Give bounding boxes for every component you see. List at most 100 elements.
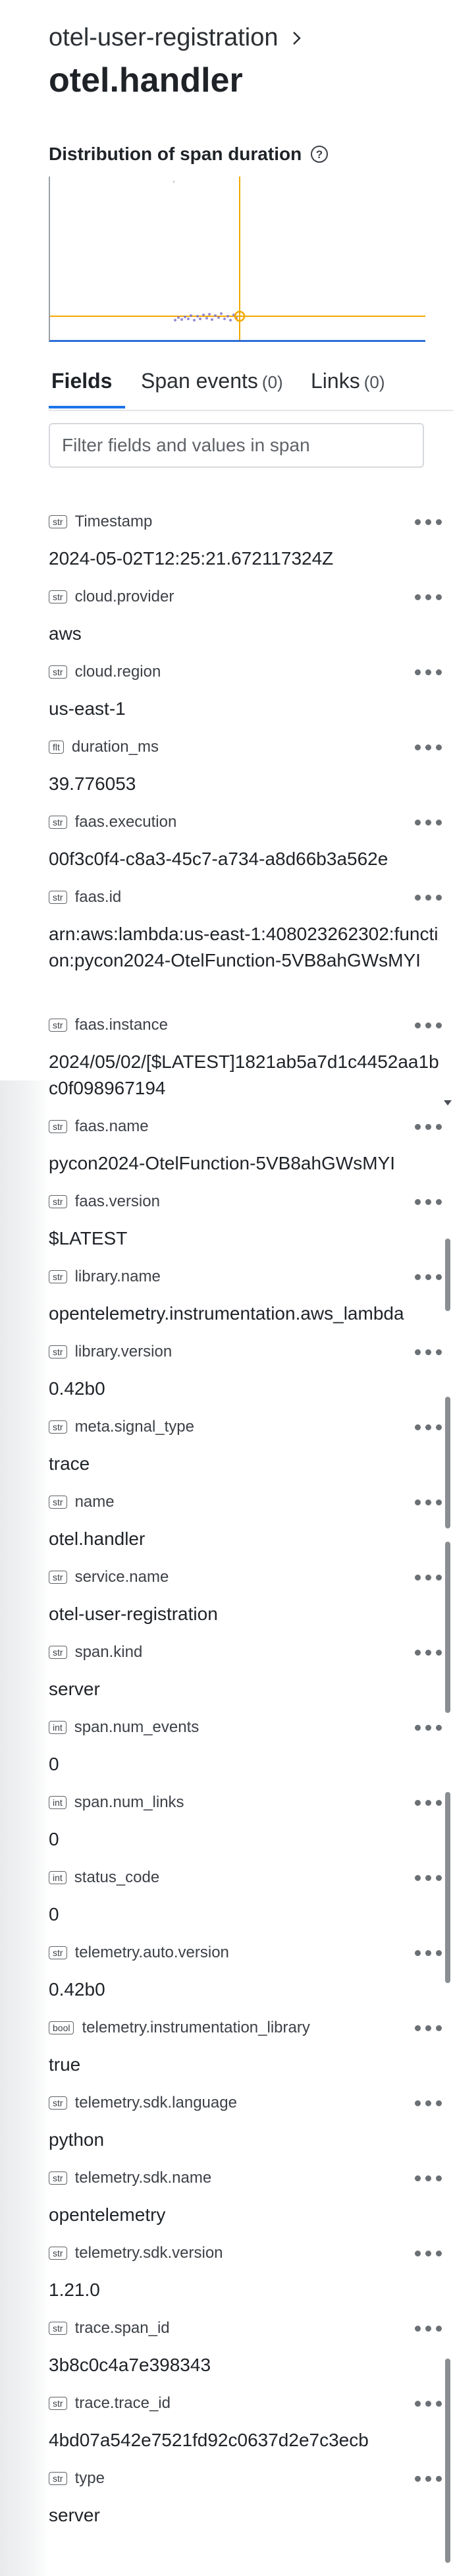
scrollbar-thumb[interactable] xyxy=(445,2359,450,2563)
field-type-badge: str xyxy=(49,1420,67,1434)
field-header: str cloud.region xyxy=(49,663,161,681)
more-options-icon[interactable] xyxy=(415,1573,446,1581)
tab-links[interactable]: Links (0) xyxy=(311,369,385,408)
more-options-icon[interactable] xyxy=(415,518,446,526)
field-name: Timestamp xyxy=(74,513,153,530)
scrollbar-thumb[interactable] xyxy=(445,1542,450,1713)
more-options-icon[interactable] xyxy=(415,1874,446,1882)
more-options-icon[interactable] xyxy=(415,2475,446,2482)
field-type-badge: str xyxy=(49,1019,67,1032)
field-name: span.num_links xyxy=(74,1793,184,1811)
field-name: service.name xyxy=(74,1568,169,1586)
field-row: str telemetry.sdk.version 1.21.0 xyxy=(49,2239,446,2314)
more-options-icon[interactable] xyxy=(415,1723,446,1731)
field-value[interactable]: aws xyxy=(49,621,441,647)
field-value[interactable]: 2024/05/02/[$LATEST]1821ab5a7d1c4452aa1b… xyxy=(49,1049,441,1102)
more-options-icon[interactable] xyxy=(415,2324,446,2332)
field-header: str telemetry.sdk.language xyxy=(49,2094,237,2112)
field-filter[interactable] xyxy=(49,423,424,468)
more-options-icon[interactable] xyxy=(415,1949,446,1957)
distribution-title-text: Distribution of span duration xyxy=(49,144,302,164)
field-value[interactable]: 00f3c0f4-c8a3-45c7-a734-a8d66b3a562e xyxy=(49,846,441,872)
field-value[interactable]: 39.776053 xyxy=(49,771,441,797)
field-type-badge: int xyxy=(49,1796,67,1809)
more-options-icon[interactable] xyxy=(415,1799,446,1806)
more-options-icon[interactable] xyxy=(415,1021,446,1029)
field-value[interactable]: 0 xyxy=(49,1751,441,1778)
field-value[interactable]: opentelemetry.instrumentation.aws_lambda xyxy=(49,1301,441,1327)
field-value[interactable]: 3b8c0c4a7e398343 xyxy=(49,2352,441,2378)
more-options-icon[interactable] xyxy=(415,893,446,901)
field-name: name xyxy=(74,1493,115,1511)
field-type-badge: str xyxy=(49,515,67,528)
field-type-badge: str xyxy=(49,1496,67,1509)
field-row: str span.kind server xyxy=(49,1638,446,1713)
field-type-badge: str xyxy=(49,2322,67,2335)
field-value[interactable]: $LATEST xyxy=(49,1225,441,1252)
field-name: telemetry.sdk.name xyxy=(74,2169,212,2187)
field-value[interactable]: 4bd07a542e7521fd92c0637d2e7c3ecb xyxy=(49,2427,441,2453)
field-value[interactable]: otel.handler xyxy=(49,1526,441,1552)
field-header: str faas.version xyxy=(49,1192,160,1211)
field-value[interactable]: 0.42b0 xyxy=(49,1976,441,2003)
scrollbar-thumb[interactable] xyxy=(445,1239,450,1311)
duration-distribution-chart[interactable] xyxy=(49,177,425,342)
more-options-icon[interactable] xyxy=(415,2399,446,2407)
scrollbar-thumb[interactable] xyxy=(445,1792,450,1983)
filter-input[interactable] xyxy=(61,434,412,457)
field-value[interactable]: 2024-05-02T12:25:21.672117324Z xyxy=(49,546,441,572)
field-type-badge: str xyxy=(49,665,67,679)
breadcrumb-service[interactable]: otel-user-registration xyxy=(49,24,278,52)
more-options-icon[interactable] xyxy=(415,743,446,751)
tab-span-events[interactable]: Span events (0) xyxy=(141,369,283,408)
field-value[interactable]: true xyxy=(49,2052,441,2078)
field-header: bool telemetry.instrumentation_library xyxy=(49,2019,310,2037)
field-name: faas.instance xyxy=(74,1016,168,1034)
field-value[interactable]: server xyxy=(49,2502,441,2529)
tab-fields[interactable]: Fields xyxy=(51,369,116,408)
field-value[interactable]: 0 xyxy=(49,1901,441,1928)
more-options-icon[interactable] xyxy=(415,2174,446,2182)
field-row: str library.name opentelemetry.instrumenta… xyxy=(49,1262,446,1337)
field-value[interactable]: 0 xyxy=(49,1826,441,1853)
more-options-icon[interactable] xyxy=(415,2099,446,2107)
more-options-icon[interactable] xyxy=(415,1123,446,1131)
field-header: int status_code xyxy=(49,1868,159,1887)
field-type-badge: str xyxy=(49,1270,67,1283)
field-value[interactable]: otel-user-registration xyxy=(49,1601,441,1627)
field-value[interactable]: python xyxy=(49,2127,441,2153)
field-value[interactable]: 0.42b0 xyxy=(49,1376,441,1402)
more-options-icon[interactable] xyxy=(415,1348,446,1356)
field-value[interactable]: us-east-1 xyxy=(49,696,441,722)
field-type-badge: str xyxy=(49,2171,67,2185)
scroll-indicator-caret xyxy=(444,1100,452,1106)
field-value[interactable]: server xyxy=(49,1676,441,1702)
field-header: int span.num_links xyxy=(49,1793,184,1812)
more-options-icon[interactable] xyxy=(415,1423,446,1431)
field-name: faas.name xyxy=(74,1117,149,1135)
help-icon[interactable]: ? xyxy=(309,144,329,164)
more-options-icon[interactable] xyxy=(415,668,446,676)
field-type-badge: str xyxy=(49,891,67,904)
field-row: str faas.execution 00f3c0f4-c8a3-45c7-a734… xyxy=(49,808,446,883)
breadcrumb[interactable]: otel-user-registration xyxy=(49,24,304,52)
more-options-icon[interactable] xyxy=(415,1648,446,1656)
field-value[interactable]: arn:aws:lambda:us-east-1:408023262302:fu… xyxy=(49,921,441,974)
field-value[interactable]: 1.21.0 xyxy=(49,2277,441,2303)
scrollbar-thumb[interactable] xyxy=(445,1397,450,1528)
field-row: int span.num_events 0 xyxy=(49,1713,446,1788)
field-type-badge: int xyxy=(49,1721,67,1734)
field-type-badge: str xyxy=(49,2472,67,2485)
field-value[interactable]: pycon2024-OtelFunction-5VB8ahGWsMYI xyxy=(49,1150,441,1177)
more-options-icon[interactable] xyxy=(415,1273,446,1281)
field-value[interactable]: trace xyxy=(49,1451,441,1477)
more-options-icon[interactable] xyxy=(415,2249,446,2257)
field-name: duration_ms xyxy=(71,738,159,756)
more-options-icon[interactable] xyxy=(415,1498,446,1506)
more-options-icon[interactable] xyxy=(415,1198,446,1206)
more-options-icon[interactable] xyxy=(415,818,446,826)
more-options-icon[interactable] xyxy=(415,2024,446,2032)
field-header: str telemetry.sdk.version xyxy=(49,2244,223,2262)
field-value[interactable]: opentelemetry xyxy=(49,2202,441,2228)
more-options-icon[interactable] xyxy=(415,593,446,601)
